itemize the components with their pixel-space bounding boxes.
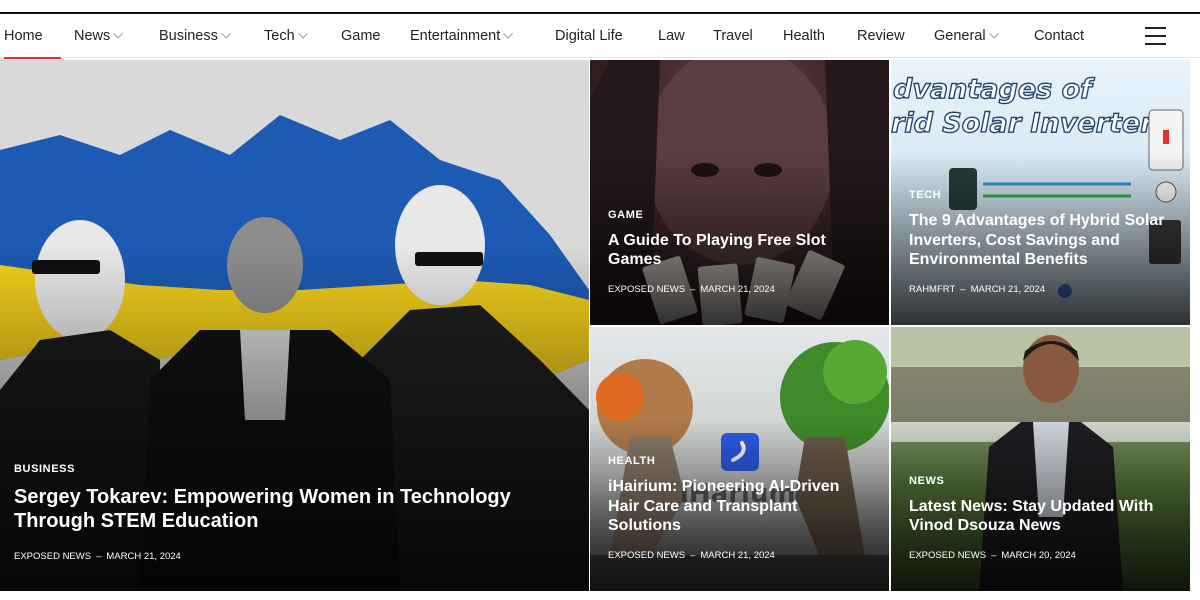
post-title[interactable]: The 9 Advantages of Hybrid Solar Inverte… [909,211,1174,269]
nav-item-travel[interactable]: Travel [713,14,753,58]
nav-item-business[interactable]: Business [159,14,231,58]
post-meta: EXPOSED NEWS – MARCH 21, 2024 [608,284,775,295]
post-author[interactable]: RAHMFRT [909,284,955,295]
post-text: HEALTH iHairium: Pioneering AI-Driven Ha… [608,455,873,535]
chevron-down-icon [220,28,231,39]
nav-item-label: Digital Life [555,28,623,44]
nav-item-label: Tech [264,28,295,44]
post-meta: EXPOSED NEWS – MARCH 21, 2024 [14,551,181,562]
nav-item-label: Game [341,28,381,44]
post-title[interactable]: iHairium: Pioneering AI-Driven Hair Care… [608,477,873,535]
post-date: MARCH 21, 2024 [970,284,1046,295]
nav-item-label: Travel [713,28,753,44]
nav-item-label: Entertainment [410,28,501,44]
post-meta: EXPOSED NEWS – MARCH 20, 2024 [909,550,1076,561]
post-meta: RAHMFRT – MARCH 21, 2024 [909,284,1045,295]
post-title[interactable]: Sergey Tokarev: Empowering Women in Tech… [14,485,573,533]
chevron-down-icon [113,28,124,39]
post-author[interactable]: EXPOSED NEWS [14,551,91,562]
nav-item-news[interactable]: News [74,14,124,58]
post-author[interactable]: EXPOSED NEWS [909,550,986,561]
post-text: NEWS Latest News: Stay Updated With Vino… [909,475,1174,535]
post-category[interactable]: NEWS [909,475,1174,487]
post-text: BUSINESS Sergey Tokarev: Empowering Wome… [14,463,573,533]
meta-separator: – [690,550,696,561]
nav-item-health[interactable]: Health [783,14,825,58]
post-date: MARCH 21, 2024 [700,550,775,561]
post-card[interactable]: iHarium HEALTH iHairium: Pioneering AI-D… [590,327,889,591]
post-date: MARCH 21, 2024 [106,551,181,562]
nav-item-label: Health [783,28,825,44]
chevron-down-icon [503,28,514,39]
nav-item-law[interactable]: Law [658,14,685,58]
nav-item-label: Contact [1034,28,1084,44]
post-title[interactable]: A Guide To Playing Free Slot Games [608,231,873,269]
nav-item-label: Law [658,28,685,44]
post-text: TECH The 9 Advantages of Hybrid Solar In… [909,189,1174,269]
nav-item-tech[interactable]: Tech [264,14,308,58]
hamburger-menu-icon[interactable] [1145,27,1166,45]
post-category[interactable]: BUSINESS [14,463,573,475]
nav-item-label: Business [159,28,218,44]
chevron-down-icon [988,28,999,39]
post-category[interactable]: HEALTH [608,455,873,467]
nav-item-home[interactable]: Home [4,14,61,59]
meta-separator: – [960,284,966,295]
featured-post-card[interactable]: BUSINESS Sergey Tokarev: Empowering Wome… [0,60,589,591]
nav-item-label: Review [857,28,905,44]
meta-separator: – [96,551,102,562]
post-card[interactable]: dvantages of rid Solar Inverters TECH Th… [891,60,1190,325]
nav-item-label: Home [4,28,43,44]
post-category[interactable]: TECH [909,189,1174,201]
post-category[interactable]: GAME [608,209,873,221]
nav-item-label: News [74,28,111,44]
post-date: MARCH 20, 2024 [1001,550,1076,561]
nav-item-entertainment[interactable]: Entertainment [410,14,514,58]
post-author[interactable]: EXPOSED NEWS [608,284,685,295]
nav-item-game[interactable]: Game [341,14,381,58]
post-text: GAME A Guide To Playing Free Slot Games [608,209,873,269]
post-title[interactable]: Latest News: Stay Updated With Vinod Dso… [909,497,1174,535]
post-date: MARCH 21, 2024 [700,284,775,295]
nav-item-contact[interactable]: Contact [1034,14,1084,58]
post-meta: EXPOSED NEWS – MARCH 21, 2024 [608,550,775,561]
nav-item-digital-life[interactable]: Digital Life [555,14,623,58]
meta-separator: – [991,550,997,561]
nav-item-general[interactable]: General [934,14,999,58]
chevron-down-icon [297,28,308,39]
post-card[interactable]: NEWS Latest News: Stay Updated With Vino… [891,327,1190,591]
post-card[interactable]: GAME A Guide To Playing Free Slot Games … [590,60,889,325]
nav-item-label: General [934,28,986,44]
featured-posts-grid: BUSINESS Sergey Tokarev: Empowering Wome… [0,60,1200,600]
main-navigation: Home News Business Tech Game Entertainme… [0,14,1200,59]
meta-separator: – [690,284,696,295]
nav-item-review[interactable]: Review [857,14,905,58]
post-author[interactable]: EXPOSED NEWS [608,550,685,561]
